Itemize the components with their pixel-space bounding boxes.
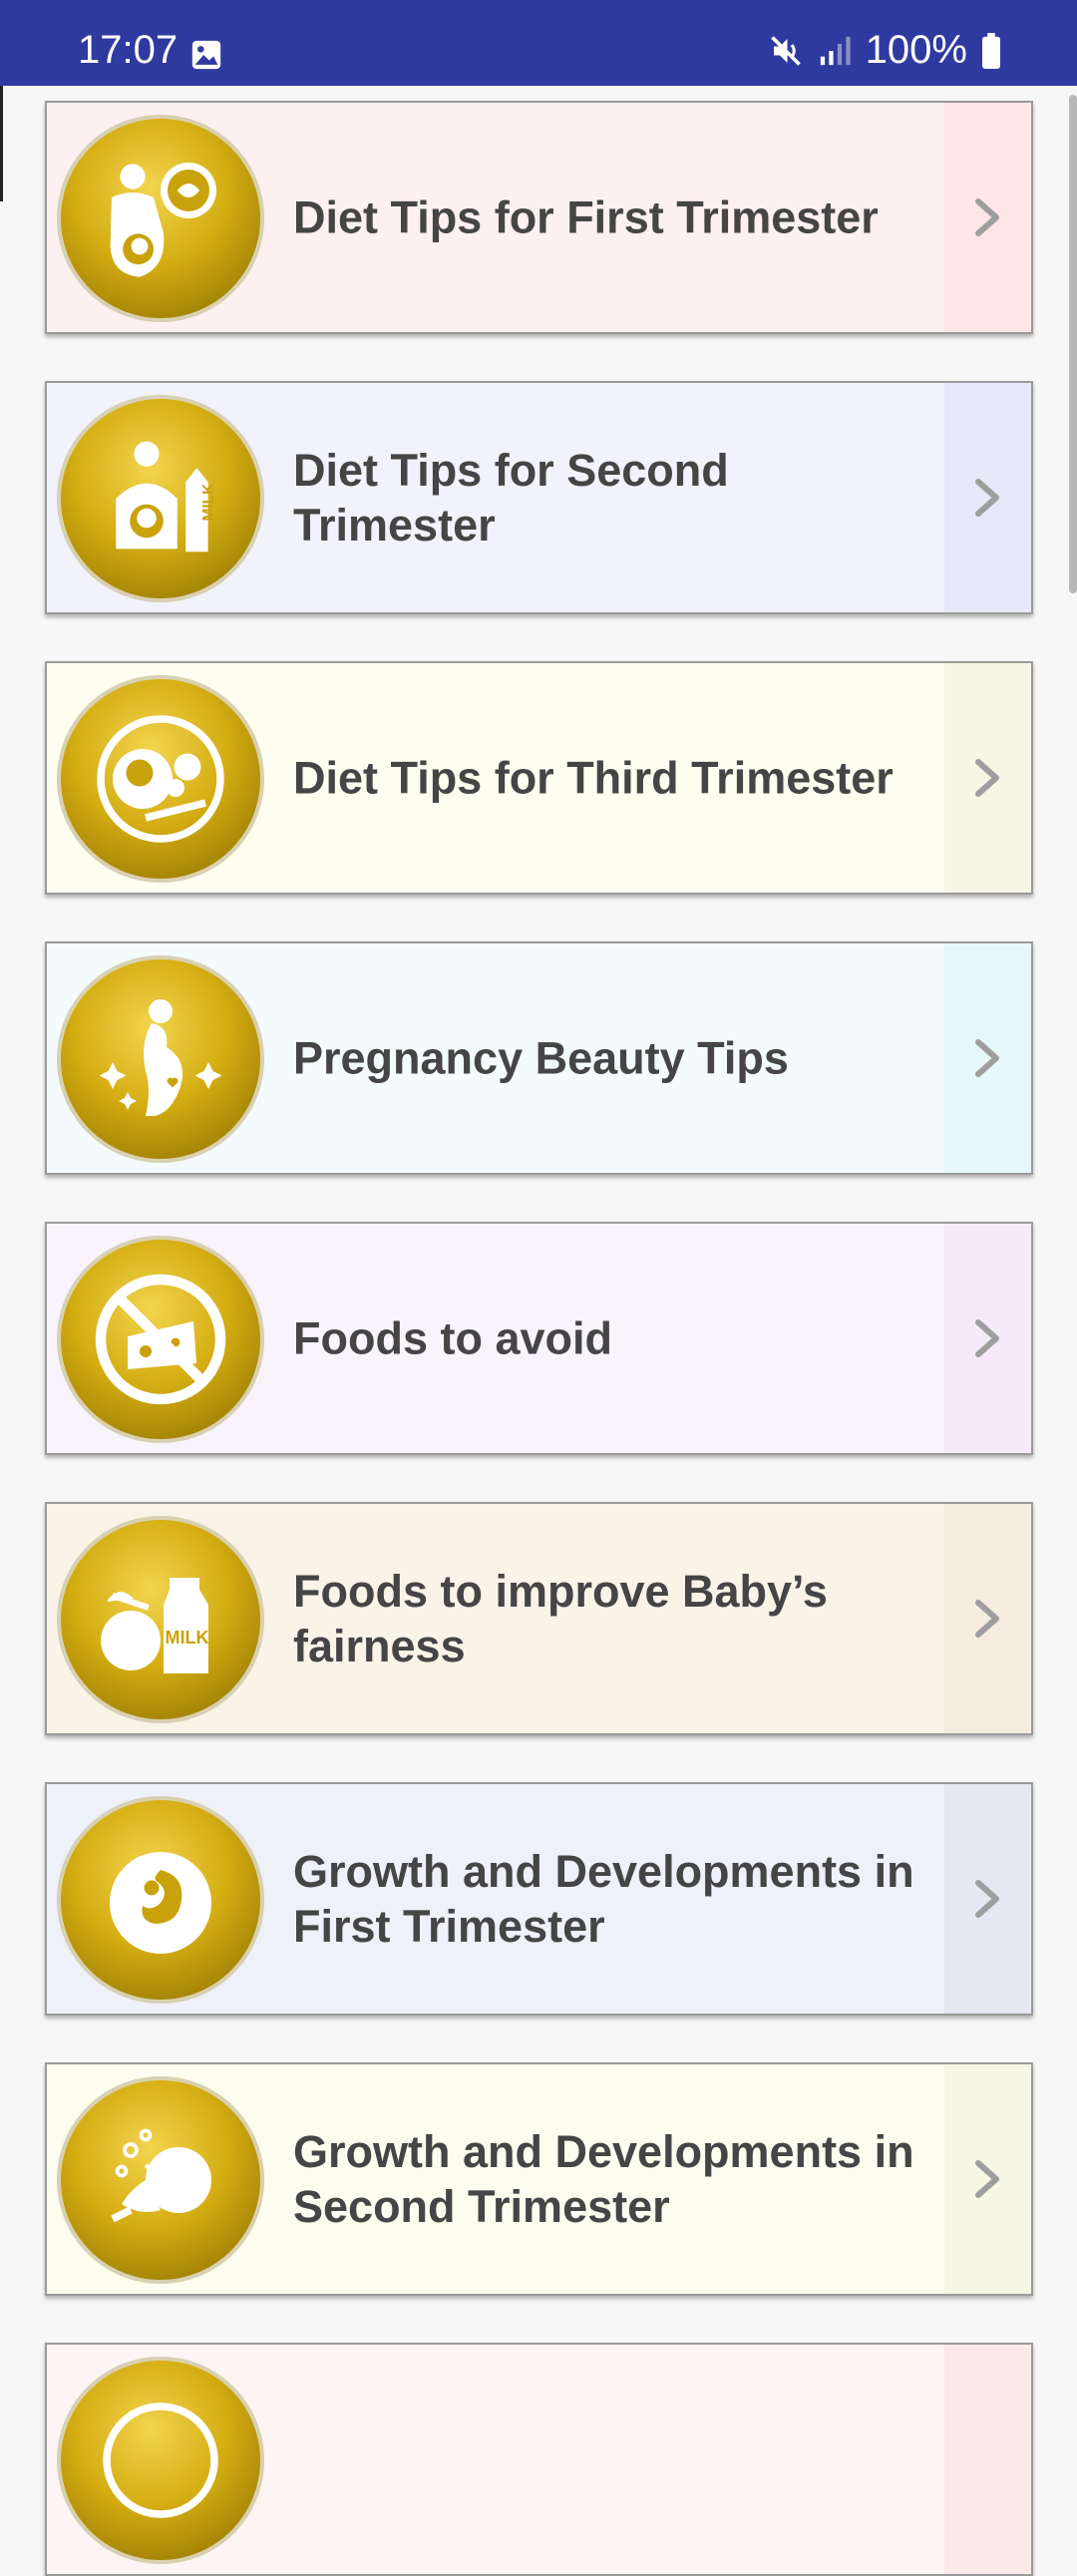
chevron-column bbox=[944, 383, 1031, 612]
battery-percent: 100% bbox=[865, 28, 967, 72]
topic-label: Foods to improve Baby’s fairness bbox=[293, 1566, 828, 1671]
chevron-right-icon bbox=[975, 1600, 999, 1638]
chevron-right-icon bbox=[975, 479, 999, 517]
topic-card-baby-fairness-foods[interactable]: MILK Foods to improve Baby’s fairness bbox=[45, 1502, 1033, 1735]
topic-label: Growth and Developments in Second Trimes… bbox=[293, 2126, 914, 2232]
next-topic-icon bbox=[61, 2361, 260, 2560]
fetus-bubbles-icon bbox=[61, 2080, 260, 2280]
topic-card-beauty-tips[interactable]: Pregnancy Beauty Tips bbox=[45, 941, 1033, 1175]
topic-card-foods-to-avoid[interactable]: Foods to avoid bbox=[45, 1222, 1033, 1455]
topic-card-first-trimester-diet[interactable]: Diet Tips for First Trimester bbox=[45, 101, 1033, 334]
topic-card-third-trimester-diet[interactable]: Diet Tips for Third Trimester bbox=[45, 661, 1033, 895]
topic-card-second-trimester-diet[interactable]: MILK Diet Tips for Second Trimester bbox=[45, 381, 1033, 614]
fetus-fruit-plate-icon bbox=[61, 679, 260, 879]
topic-card-growth-second-trimester[interactable]: Growth and Developments in Second Trimes… bbox=[45, 2062, 1033, 2296]
chevron-column bbox=[944, 103, 1031, 332]
coconut-milk-icon: MILK bbox=[61, 1520, 260, 1719]
topic-label: Foods to avoid bbox=[293, 1312, 612, 1364]
topic-label: Growth and Developments in First Trimest… bbox=[293, 1846, 914, 1952]
chevron-column bbox=[944, 663, 1031, 893]
scrollbar[interactable] bbox=[1069, 95, 1077, 593]
pregnant-belly-milk-icon: MILK bbox=[61, 399, 260, 598]
chevron-column bbox=[944, 1504, 1031, 1733]
topic-label: Pregnancy Beauty Tips bbox=[293, 1032, 789, 1084]
chevron-right-icon bbox=[975, 1319, 999, 1357]
chevron-right-icon bbox=[975, 1039, 999, 1077]
chevron-right-icon bbox=[975, 1880, 999, 1918]
topic-card-partial[interactable] bbox=[45, 2343, 1033, 2576]
clock: 17:07 bbox=[78, 28, 179, 72]
embryo-icon bbox=[61, 1800, 260, 2000]
chevron-right-icon bbox=[975, 759, 999, 797]
chevron-right-icon bbox=[975, 198, 999, 236]
topic-label: Diet Tips for Second Trimester bbox=[293, 445, 729, 551]
chevron-column bbox=[944, 1224, 1031, 1453]
svg-text:MILK: MILK bbox=[200, 484, 217, 522]
status-bar: 17:07 100% bbox=[0, 0, 1077, 86]
pregnant-woman-sparkles-icon bbox=[61, 959, 260, 1159]
chevron-column bbox=[944, 2064, 1031, 2294]
chevron-right-icon bbox=[975, 2160, 999, 2198]
chevron-column bbox=[944, 1784, 1031, 2014]
topic-card-growth-first-trimester[interactable]: Growth and Developments in First Trimest… bbox=[45, 1782, 1033, 2016]
signal-icon bbox=[820, 36, 851, 65]
topic-label: Diet Tips for First Trimester bbox=[293, 191, 879, 243]
topic-label: Diet Tips for Third Trimester bbox=[293, 752, 894, 804]
pregnant-mother-food-icon bbox=[61, 119, 260, 318]
edge-indicator bbox=[0, 86, 3, 201]
image-notification-icon bbox=[191, 40, 221, 70]
mute-icon bbox=[770, 35, 801, 66]
no-cheese-icon bbox=[61, 1240, 260, 1439]
svg-text:MILK: MILK bbox=[166, 1628, 209, 1648]
chevron-column bbox=[944, 2345, 1031, 2574]
chevron-column bbox=[944, 943, 1031, 1173]
battery-icon bbox=[982, 32, 1000, 69]
